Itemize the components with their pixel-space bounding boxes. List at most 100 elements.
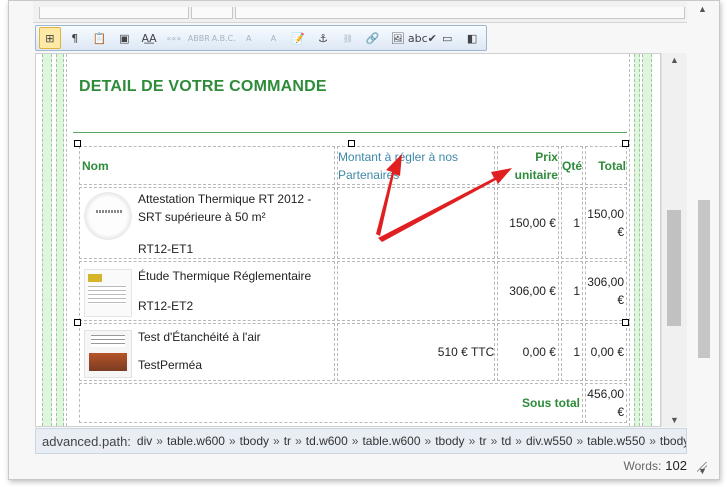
horizontal-layout-button[interactable]: ▭ (436, 27, 458, 49)
table-row: Étude Thermique Réglementaire RT12-ET2 3… (79, 261, 627, 321)
editor-content-area[interactable]: DETAIL DE VOTRE COMMANDE Nom Montant à r… (35, 53, 661, 427)
subtotal-label[interactable]: Sous total (79, 383, 583, 423)
column-header-qte[interactable]: Qté (560, 146, 583, 185)
path-segment[interactable]: td.w600 (306, 434, 348, 448)
path-separator-icon: » (576, 434, 584, 448)
path-segment[interactable]: tbody (660, 434, 686, 448)
path-segment[interactable]: tbody (240, 434, 269, 448)
product-reference: RT12-ET1 (138, 242, 194, 256)
page-scrollbar-thumb[interactable] (698, 200, 710, 358)
column-header-nom[interactable]: Nom (79, 146, 335, 185)
total-cell[interactable]: 0,00 € (585, 323, 627, 381)
resize-handle-top-right[interactable] (622, 140, 629, 147)
page-scroll-up-icon[interactable]: ▲ (698, 4, 707, 14)
path-segment[interactable]: tr (284, 434, 291, 448)
link-icon: 🔗 (365, 31, 380, 45)
order-table[interactable]: Nom Montant à régler à nos Partenaires P… (77, 144, 629, 425)
path-separator-icon: » (468, 434, 476, 448)
path-segment[interactable]: table.w600 (362, 434, 420, 448)
unit-price-cell[interactable]: 0,00 € (497, 323, 559, 381)
strikethrough-a-icon: A (245, 33, 252, 43)
path-segment[interactable]: td (501, 434, 511, 448)
path-label: advanced.path: (42, 433, 131, 449)
split-layout-button[interactable]: ◧ (461, 27, 483, 49)
insert-anchor-button[interactable]: ⚓ (312, 27, 334, 49)
path-separator-icon: » (515, 434, 522, 448)
font-style-button[interactable]: A͟A (138, 27, 160, 49)
resize-handle-middle-left[interactable] (74, 319, 81, 326)
toolbar-dropdown-2[interactable] (191, 7, 233, 19)
show-paragraph-marks-button[interactable]: ¶ (64, 27, 86, 49)
column-header-prix[interactable]: Prix unitaire (497, 146, 559, 185)
path-segment[interactable]: div.w550 (526, 434, 572, 448)
product-thumbnail[interactable] (84, 269, 132, 317)
unit-price-cell[interactable]: 306,00 € (497, 261, 559, 321)
underline-a-icon: A (270, 33, 277, 43)
paste-as-text-icon: 📋 (92, 31, 107, 45)
unlink-button[interactable]: ⛓ (337, 27, 359, 49)
heading-divider (73, 132, 627, 133)
spellcheck-button[interactable]: abc✔ (408, 27, 437, 49)
total-cell[interactable]: 150,00 € (585, 187, 627, 259)
product-reference: RT12-ET2 (138, 299, 194, 313)
montant-cell[interactable]: 510 € TTC (336, 323, 496, 381)
abbr-button[interactable]: ABBR (188, 27, 210, 49)
path-separator-icon: » (228, 434, 236, 448)
insert-field-button[interactable]: ▣ (113, 27, 135, 49)
unlink-icon: ⛓ (342, 33, 353, 43)
scroll-down-arrow-icon[interactable]: ▼ (670, 415, 679, 425)
product-thumbnail[interactable] (84, 330, 132, 378)
montant-cell[interactable] (336, 261, 496, 321)
acronym-button[interactable]: A.B.C. (212, 27, 236, 49)
product-reference: TestPerméa (138, 358, 203, 372)
subtotal-value[interactable]: 456,00 € (585, 383, 627, 423)
unit-price-cell[interactable]: 150,00 € (497, 187, 559, 259)
resize-handle-top-left[interactable] (74, 140, 81, 147)
quote-icon: ««» (166, 33, 182, 43)
toolbar-dropdown-1[interactable] (39, 7, 189, 19)
insert-template-button[interactable]: 📝 (287, 27, 309, 49)
order-heading[interactable]: DETAIL DE VOTRE COMMANDE (79, 78, 327, 96)
scrollbar-thumb[interactable] (667, 210, 681, 326)
font-style-icon: A͟A (141, 31, 157, 45)
quote-button[interactable]: ««» (163, 27, 185, 49)
path-separator-icon: » (424, 434, 432, 448)
paste-as-text-button[interactable]: 📋 (89, 27, 111, 49)
resize-handle-top-middle[interactable] (348, 140, 355, 147)
total-cell[interactable]: 306,00 € (585, 261, 627, 321)
block-outline-left (42, 54, 52, 426)
show-blocks-icon: ⊞ (45, 31, 55, 45)
document-body[interactable]: DETAIL DE VOTRE COMMANDE Nom Montant à r… (66, 54, 630, 426)
montant-cell[interactable] (336, 187, 496, 259)
word-count-value: 102 (665, 458, 687, 473)
product-thumbnail[interactable] (84, 192, 132, 240)
strikethrough-a-button[interactable]: A (238, 27, 260, 49)
page-scroll-down-icon[interactable]: ▼ (698, 466, 707, 476)
product-cell[interactable]: Étude Thermique Réglementaire RT12-ET2 (79, 261, 335, 321)
quantity-cell[interactable]: 1 (560, 261, 583, 321)
table-header-row: Nom Montant à régler à nos Partenaires P… (79, 146, 627, 185)
path-segment[interactable]: tbody (435, 434, 464, 448)
editor-scrollbar[interactable]: ▲ ▼ (661, 53, 687, 427)
scroll-up-arrow-icon[interactable]: ▲ (670, 55, 679, 65)
product-cell[interactable]: Attestation Thermique RT 2012 - SRT supé… (79, 187, 335, 259)
editor-window: ⊞ ¶ 📋 ▣ A͟A ««» ABBR A.B.C. A A 📝 ⚓ ⛓ 🔗 🖼 abc✔ ▭ ◧ DETAIL… (8, 0, 720, 480)
product-cell[interactable]: Test d'Étanchéité à l'air TestPerméa (79, 323, 335, 381)
toolbar-dropdown-3[interactable] (235, 7, 685, 19)
column-header-montant[interactable]: Montant à régler à nos Partenaires (336, 146, 496, 185)
insert-image-button[interactable]: 🖼 (387, 27, 409, 49)
resize-handle-middle-right[interactable] (622, 319, 629, 326)
quantity-cell[interactable]: 1 (560, 323, 583, 381)
path-segment[interactable]: table.w600 (167, 434, 225, 448)
underline-a-button[interactable]: A (263, 27, 285, 49)
path-segment[interactable]: table.w550 (587, 434, 645, 448)
path-segment[interactable]: div (137, 434, 152, 448)
link-button[interactable]: 🔗 (362, 27, 384, 49)
path-segment[interactable]: tr (479, 434, 486, 448)
column-header-total[interactable]: Total (585, 146, 627, 185)
quantity-cell[interactable]: 1 (560, 187, 583, 259)
product-title: Test d'Étanchéité à l'air (138, 330, 261, 344)
page-scrollbar[interactable]: ▲ ▼ (696, 4, 712, 476)
element-path-bar: advanced.path: div» table.w600» tbody» tr» t… (35, 428, 687, 454)
show-blocks-button[interactable]: ⊞ (39, 27, 61, 49)
